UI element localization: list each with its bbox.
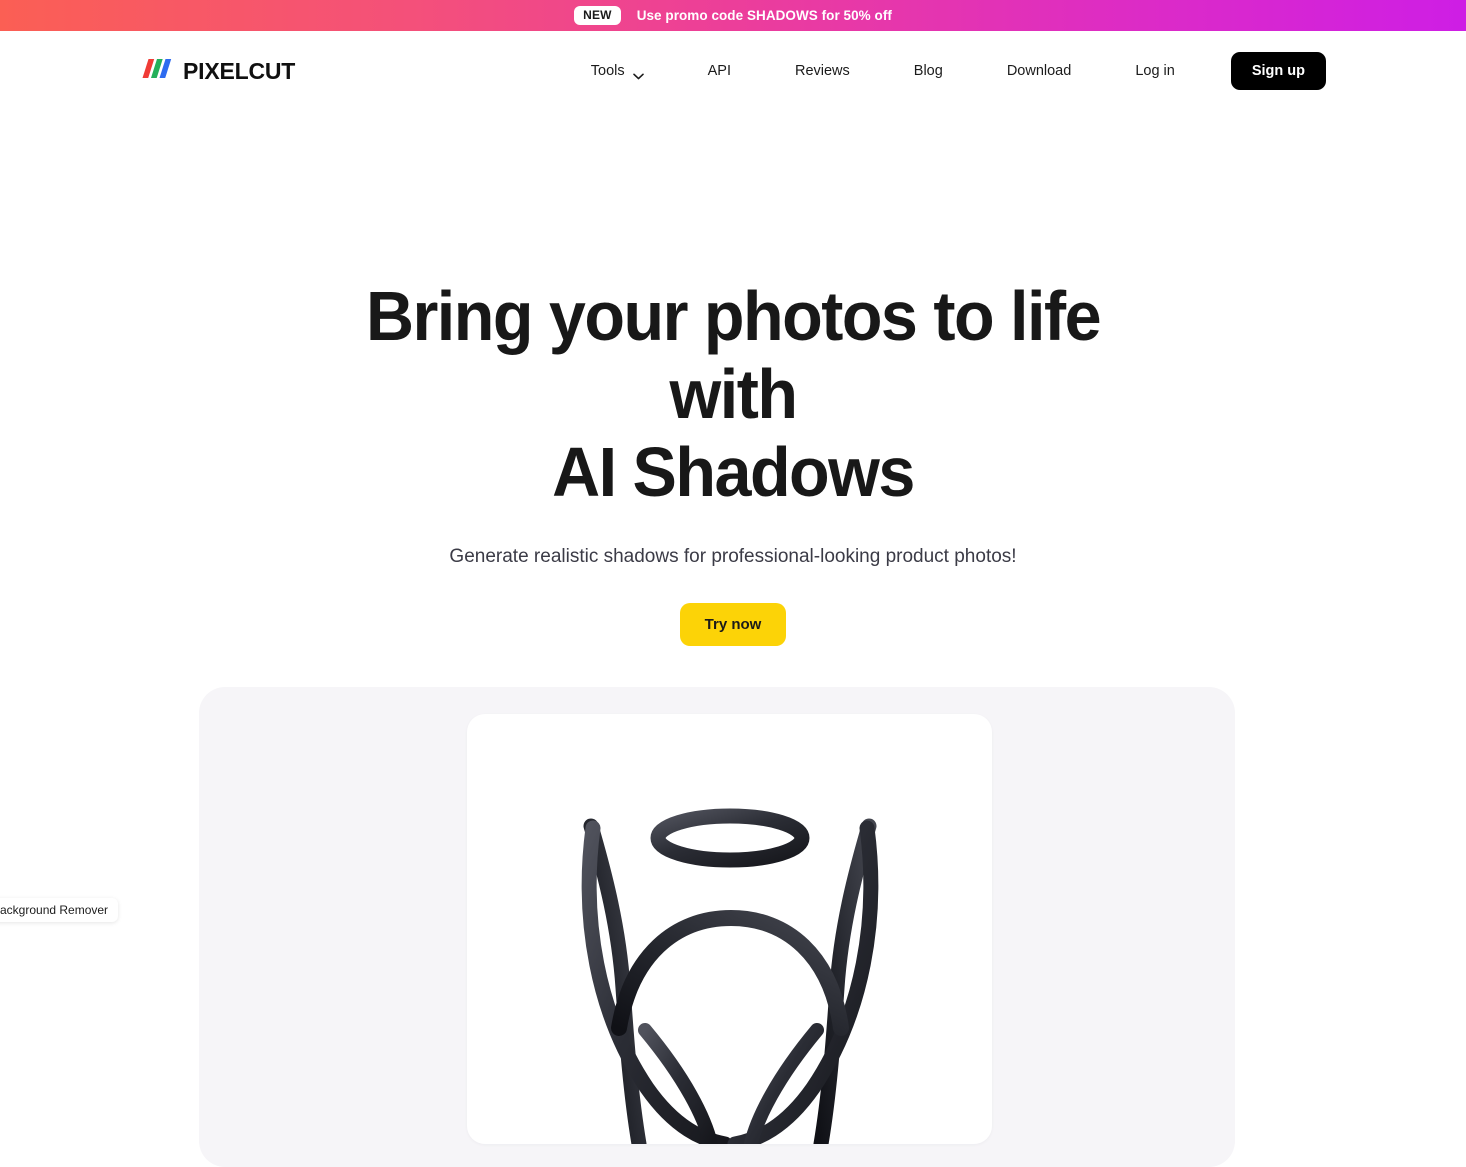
nav-item-download-label: Download [1006,63,1072,79]
promo-message: Use promo code SHADOWS for 50% off [636,8,892,23]
nav-item-login-label: Log in [1135,63,1175,79]
brand-name: PIXELCUT [183,57,296,84]
site-header: PIXELCUT Tools API Reviews Blog Download… [0,31,1466,111]
nav-item-api[interactable]: API [708,55,731,87]
chevron-down-icon [632,68,644,79]
nav-item-tools[interactable]: Tools [591,55,644,87]
product-image-card[interactable] [467,714,992,1144]
nav-item-api-label: API [707,63,731,79]
brand-logo-link[interactable]: PIXELCUT [140,58,295,85]
main-navigation: Tools API Reviews Blog Download Log in S… [591,52,1326,90]
nav-item-tools-label: Tools [590,63,625,79]
hero-title-line-2: AI Shadows [552,433,915,511]
nav-item-reviews[interactable]: Reviews [795,55,850,87]
hero-title: Bring your photos to life with AI Shadow… [306,277,1161,511]
hero-section: Bring your photos to life with AI Shadow… [0,111,1466,646]
hero-subtitle: Generate realistic shadows for professio… [449,546,1017,567]
nav-item-reviews-label: Reviews [794,63,850,79]
nav-item-login[interactable]: Log in [1135,55,1175,87]
nav-item-download[interactable]: Download [1007,55,1072,87]
nav-item-blog-label: Blog [913,63,943,79]
product-photo-cable [535,778,925,1144]
promo-new-badge: NEW [574,6,621,25]
pixelcut-logo-icon [140,59,174,83]
link-preview-tooltip: Background Remover [0,898,119,922]
sign-up-button[interactable]: Sign up [1230,52,1326,90]
showcase-panel [199,687,1235,1167]
nav-item-blog[interactable]: Blog [914,55,943,87]
hero-title-line-1: Bring your photos to life with [365,277,1102,433]
promo-banner[interactable]: NEW Use promo code SHADOWS for 50% off [0,0,1466,31]
try-now-button[interactable]: Try now [679,603,787,646]
